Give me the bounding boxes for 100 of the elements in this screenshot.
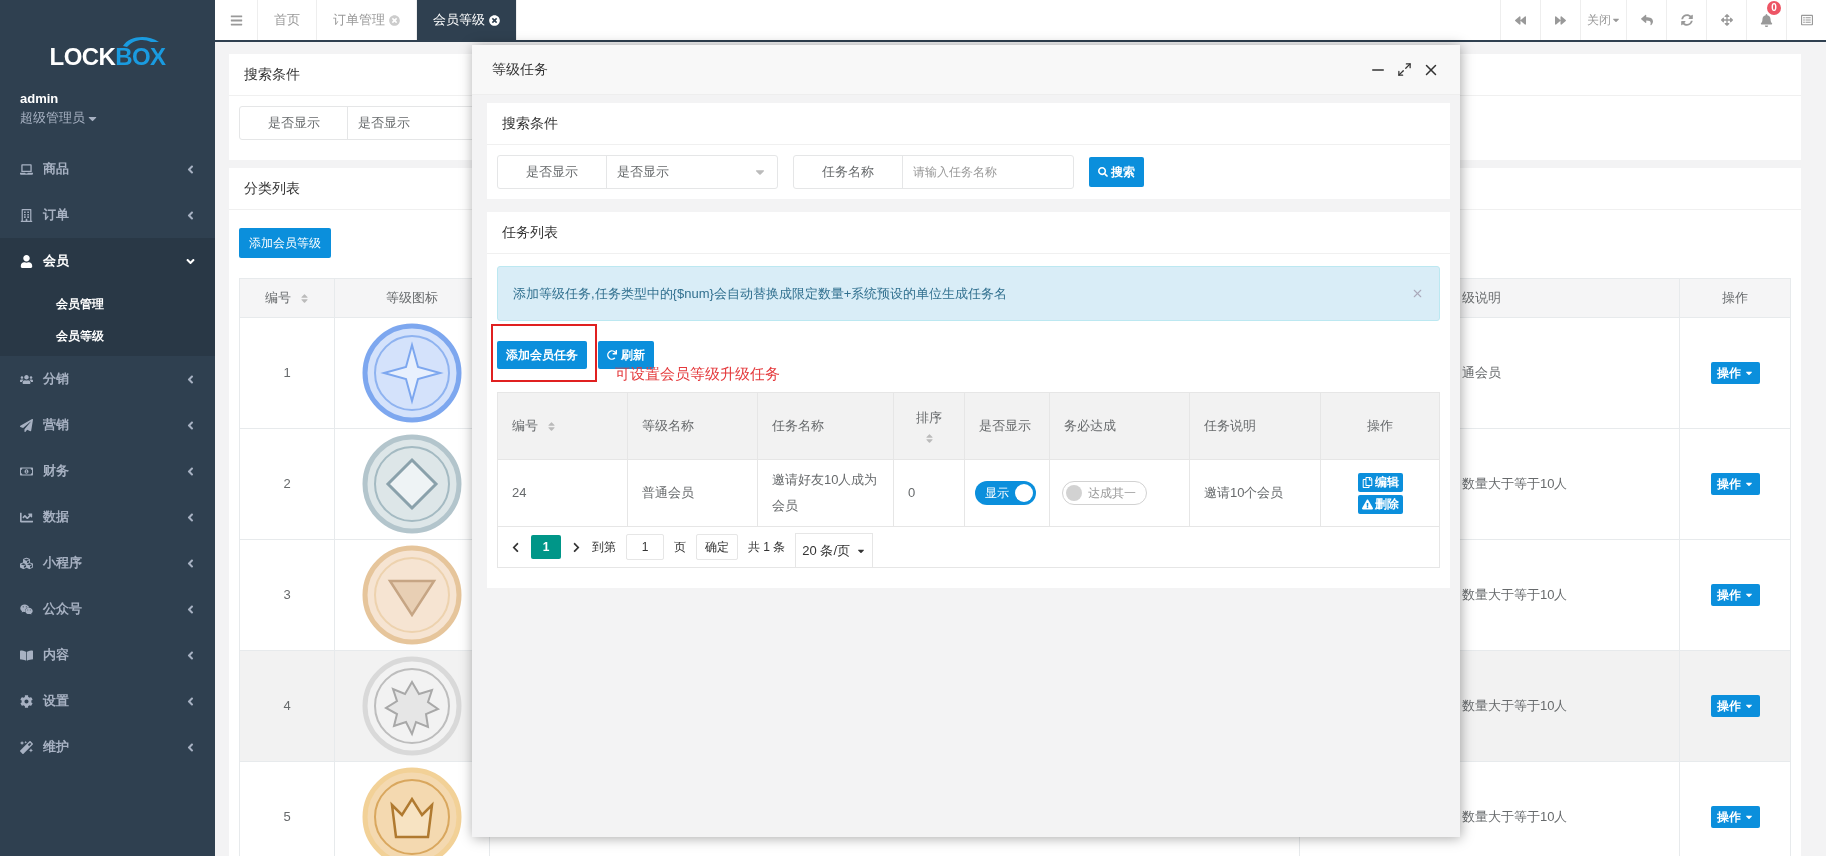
- users-icon: [20, 372, 33, 386]
- magic-wand-icon: [20, 740, 33, 754]
- sidebar-item[interactable]: 营销: [0, 402, 215, 448]
- column-header: 级说明: [1462, 289, 1501, 308]
- goto-label: 到第: [592, 539, 616, 556]
- medal-icon: [362, 323, 462, 423]
- column-header: 排序: [916, 408, 942, 427]
- table-cell-text: 邀请10个会员: [1204, 484, 1284, 503]
- column-header: 操作: [1722, 289, 1748, 308]
- reply-icon: [1640, 14, 1653, 26]
- table-cell-text: 2: [283, 475, 291, 494]
- visibility-toggle[interactable]: 显示: [975, 481, 1036, 505]
- delete-button[interactable]: 删除: [1357, 494, 1403, 514]
- building-icon: [20, 208, 33, 222]
- sidebar-item[interactable]: 内容: [0, 632, 215, 678]
- table-cell-text: 数量大于等于10人: [1462, 808, 1568, 827]
- card-title: 任务列表: [502, 223, 558, 242]
- maximize-icon[interactable]: [1397, 62, 1412, 77]
- notification-count: 0: [1767, 1, 1781, 15]
- sidebar-item[interactable]: 会员: [0, 238, 215, 284]
- notifications-button[interactable]: 0: [1746, 0, 1786, 40]
- sort-icon[interactable]: [298, 292, 310, 304]
- action-dropdown[interactable]: 操作: [1710, 473, 1760, 495]
- filter-select[interactable]: 是否显示 是否显示: [497, 155, 778, 189]
- table-cell-text: 5: [283, 808, 291, 827]
- column-header: 任务名称: [772, 417, 824, 436]
- card-title: 搜索条件: [244, 65, 300, 84]
- sidebar-item[interactable]: 财务: [0, 448, 215, 494]
- refresh-icon: [607, 349, 617, 360]
- table-cell-text: 数量大于等于10人: [1462, 697, 1568, 716]
- medal-icon: [362, 767, 462, 856]
- sidebar-item[interactable]: 设置: [0, 678, 215, 724]
- sidebar-item[interactable]: 数据: [0, 494, 215, 540]
- page-input[interactable]: 1: [626, 534, 664, 560]
- next-page-icon[interactable]: [571, 541, 582, 553]
- rewind-icon: [1515, 14, 1526, 26]
- sort-icon[interactable]: [923, 433, 935, 445]
- table-cell-text: 普通会员: [642, 484, 694, 503]
- action-dropdown[interactable]: 操作: [1710, 362, 1760, 384]
- card-title: 分类列表: [244, 179, 300, 198]
- sidebar-item[interactable]: 商品: [0, 146, 215, 192]
- cubes-icon: [20, 556, 33, 570]
- column-header: 编号: [264, 289, 291, 308]
- page-number[interactable]: 1: [531, 535, 561, 559]
- sort-icon[interactable]: [546, 420, 557, 432]
- card-title: 搜索条件: [502, 114, 558, 133]
- action-dropdown[interactable]: 操作: [1710, 695, 1760, 717]
- table-cell-text: 通会员: [1462, 364, 1501, 383]
- sidebar-item[interactable]: 维护: [0, 724, 215, 770]
- chat-bubbles-icon: [20, 602, 33, 616]
- submenu-item[interactable]: 会员管理: [0, 288, 215, 320]
- medal-icon: [362, 434, 462, 534]
- sidebar-item[interactable]: 订单: [0, 192, 215, 238]
- search-button[interactable]: 搜索: [1089, 157, 1144, 187]
- sidebar-item[interactable]: 分销: [0, 356, 215, 402]
- menu-icon: [229, 13, 243, 27]
- role-dropdown[interactable]: 超级管理员: [20, 108, 99, 128]
- table-cell-text: 邀请好友10人成为会员: [772, 471, 879, 515]
- table-cell-text: 1: [283, 364, 291, 383]
- total-count: 共 1 条: [748, 539, 786, 556]
- required-toggle[interactable]: 达成其一: [1062, 481, 1147, 505]
- medal-icon: [362, 545, 462, 645]
- fast-forward-icon: [1555, 14, 1566, 26]
- page-unit: 页: [674, 539, 686, 556]
- paper-plane-icon: [20, 418, 33, 432]
- sidebar-item[interactable]: 小程序: [0, 540, 215, 586]
- list-icon: [1800, 14, 1813, 26]
- add-task-button[interactable]: 添加会员任务: [497, 340, 587, 369]
- confirm-button[interactable]: 确定: [696, 534, 738, 560]
- column-header: 任务说明: [1204, 417, 1256, 436]
- tab[interactable]: 首页: [258, 0, 317, 40]
- laptop-icon: [20, 162, 33, 176]
- add-level-button[interactable]: 添加会员等级: [239, 228, 331, 258]
- task-name-input[interactable]: 请输入任务名称: [903, 156, 1073, 188]
- refresh-icon: [1680, 14, 1693, 26]
- bell-icon: [1760, 13, 1773, 27]
- book-icon: [20, 648, 33, 662]
- submenu-item[interactable]: 会员等级: [0, 320, 215, 352]
- sidebar-item[interactable]: 公众号: [0, 586, 215, 632]
- close-menu-button[interactable]: 关闭: [1580, 0, 1626, 40]
- page-size-select[interactable]: 20 条/页: [795, 533, 874, 567]
- medal-icon: [362, 656, 462, 756]
- tab[interactable]: 会员等级: [417, 0, 517, 40]
- previous-page-icon[interactable]: [510, 541, 521, 553]
- column-header: 编号: [512, 417, 538, 436]
- table-cell-text: 数量大于等于10人: [1462, 586, 1568, 605]
- close-icon[interactable]: [489, 14, 500, 26]
- action-dropdown[interactable]: 操作: [1710, 584, 1760, 606]
- column-header: 操作: [1367, 417, 1393, 436]
- task-name-field[interactable]: 任务名称 请输入任务名称: [793, 155, 1074, 189]
- user-icon: [20, 254, 33, 268]
- action-dropdown[interactable]: 操作: [1710, 806, 1760, 828]
- table-cell-text: 4: [283, 697, 291, 716]
- field-label: 任务名称: [794, 156, 903, 188]
- table-cell-text: 0: [908, 484, 916, 503]
- column-header: 等级图标: [386, 289, 438, 308]
- column-header: 是否显示: [979, 417, 1031, 436]
- user-name: admin: [20, 90, 60, 108]
- line-chart-icon: [20, 510, 33, 524]
- edit-button[interactable]: 编辑: [1357, 472, 1403, 492]
